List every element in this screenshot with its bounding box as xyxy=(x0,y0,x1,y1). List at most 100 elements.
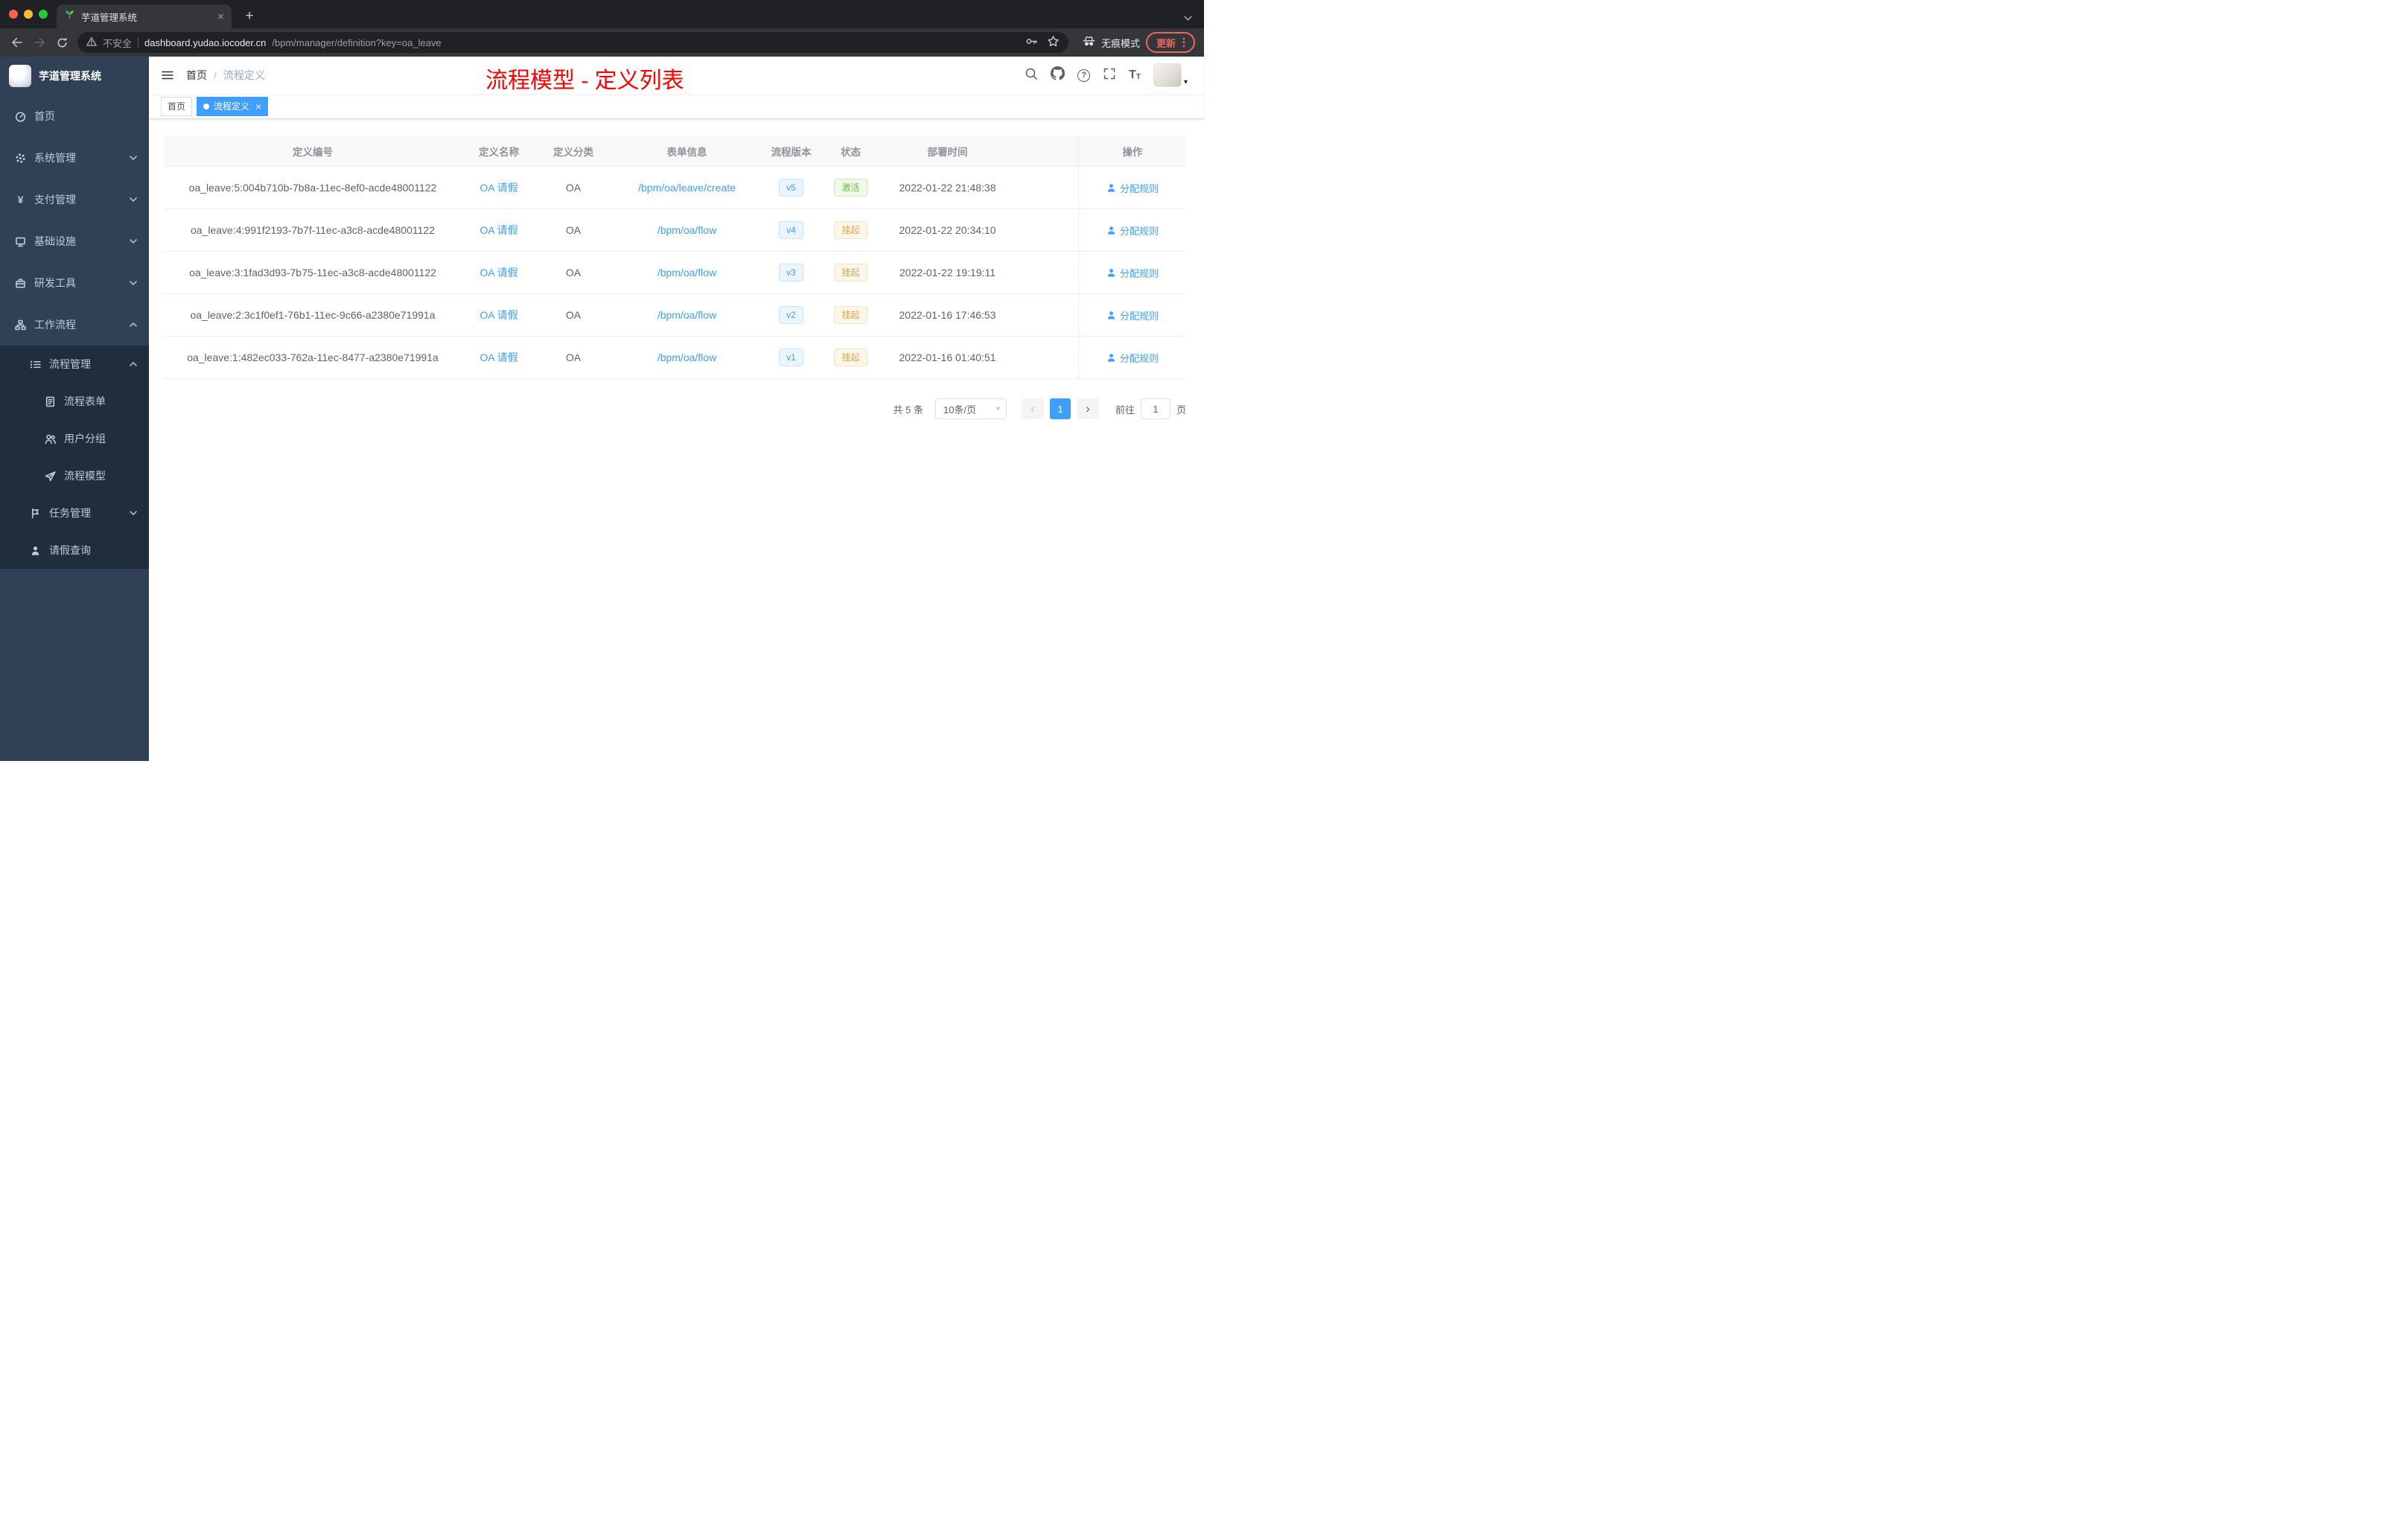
form-link[interactable]: /bpm/oa/flow xyxy=(657,224,716,236)
sidebar-item-process-form[interactable]: 流程表单 xyxy=(0,383,149,420)
table-header: 定义编号 定义名称 定义分类 表单信息 流程版本 状态 部署时间 操作 xyxy=(164,136,1186,167)
new-tab-button[interactable]: + xyxy=(240,7,259,26)
definition-name-link[interactable]: OA 请假 xyxy=(480,265,517,280)
assign-rule-link[interactable]: 分配规则 xyxy=(1106,223,1159,238)
security-label: 不安全 xyxy=(103,37,133,49)
page-goto-input[interactable] xyxy=(1140,398,1170,419)
caret-down-icon: ▾ xyxy=(1183,78,1188,86)
assign-rule-link[interactable]: 分配规则 xyxy=(1106,308,1159,322)
chevron-up-icon xyxy=(130,362,137,366)
tab-close-icon[interactable]: × xyxy=(217,11,224,22)
gear-icon xyxy=(16,153,25,163)
page-unit-label: 页 xyxy=(1176,404,1186,415)
cell-definition-id: oa_leave:1:482ec033-762a-11ec-8477-a2380… xyxy=(187,351,439,363)
cell-category: OA xyxy=(565,267,582,278)
browser-tab-strip: 芋道管理系统 × + xyxy=(0,0,1204,28)
column-header-time: 部署时间 xyxy=(927,146,968,158)
window-zoom-button[interactable] xyxy=(39,10,48,19)
prev-page-button[interactable]: ‹ xyxy=(1021,398,1044,419)
definition-name-link[interactable]: OA 请假 xyxy=(480,350,517,365)
form-document-icon xyxy=(45,396,55,407)
sidebar: 芋道管理系统 首页 系统管理 ¥ 支付管理 基础设施 研发工具 工作流程 流程管… xyxy=(0,57,149,761)
definition-name-link[interactable]: OA 请假 xyxy=(480,308,517,322)
user-icon xyxy=(1107,183,1115,192)
tag-process-definition[interactable]: 流程定义 × xyxy=(197,96,269,116)
definition-table: 定义编号 定义名称 定义分类 表单信息 流程版本 状态 部署时间 操作 oa_l… xyxy=(164,136,1186,379)
version-tag: v4 xyxy=(779,221,803,239)
user-icon xyxy=(1107,226,1115,235)
yen-icon: ¥ xyxy=(17,194,24,206)
definition-name-link[interactable]: OA 请假 xyxy=(480,223,517,238)
github-icon[interactable] xyxy=(1051,66,1066,84)
sidebar-item-user-group[interactable]: 用户分组 xyxy=(0,420,149,457)
monitor-icon xyxy=(16,237,25,246)
assign-rule-link[interactable]: 分配规则 xyxy=(1106,351,1159,365)
form-link[interactable]: /bpm/oa/flow xyxy=(657,267,716,278)
table-row: oa_leave:2:3c1f0ef1-76b1-11ec-9c66-a2380… xyxy=(164,294,1186,337)
user-icon xyxy=(1107,353,1115,362)
sidebar-item-payment[interactable]: ¥ 支付管理 xyxy=(0,179,149,220)
active-dot xyxy=(203,103,210,109)
back-button[interactable] xyxy=(6,31,28,54)
assign-rule-link[interactable]: 分配规则 xyxy=(1106,181,1159,195)
workflow-submenu: 流程管理 流程表单 用户分组 流程模型 任务管理 请假查询 xyxy=(0,346,149,569)
column-header-form: 表单信息 xyxy=(666,146,707,158)
chevron-down-icon xyxy=(130,239,137,243)
help-icon[interactable]: ? xyxy=(1077,69,1091,82)
tag-close-icon[interactable]: × xyxy=(255,101,261,112)
cell-category: OA xyxy=(565,351,582,363)
form-link[interactable]: /bpm/oa/flow xyxy=(657,309,716,321)
page-size-select[interactable]: 10条/页 ▾ xyxy=(934,398,1007,419)
sidebar-item-system[interactable]: 系统管理 xyxy=(0,137,149,179)
status-badge: 挂起 xyxy=(834,306,867,324)
form-link[interactable]: /bpm/oa/flow xyxy=(657,351,716,363)
window-minimize-button[interactable] xyxy=(24,10,33,19)
tag-home[interactable]: 首页 xyxy=(161,96,193,116)
table-row: oa_leave:3:1fad3d93-7b75-11ec-a3c8-acde4… xyxy=(164,252,1186,294)
sidebar-item-devtools[interactable]: 研发工具 xyxy=(0,262,149,304)
form-link[interactable]: /bpm/oa/leave/create xyxy=(638,182,736,194)
sidebar-item-infrastructure[interactable]: 基础设施 xyxy=(0,220,149,262)
sidebar-item-process-model[interactable]: 流程模型 xyxy=(0,457,149,494)
current-page-button[interactable]: 1 xyxy=(1049,398,1071,419)
assign-rule-link[interactable]: 分配规则 xyxy=(1106,266,1159,280)
breadcrumb-home[interactable]: 首页 xyxy=(186,68,207,83)
sidebar-item-process-management[interactable]: 流程管理 xyxy=(0,346,149,383)
bookmark-star-icon[interactable] xyxy=(1047,35,1060,50)
window-controls xyxy=(9,10,48,19)
status-badge: 激活 xyxy=(834,179,867,197)
sidebar-item-leave-query[interactable]: 请假查询 xyxy=(0,532,149,569)
tab-search-chevron-icon[interactable] xyxy=(1184,11,1192,25)
goto-label: 前往 xyxy=(1115,404,1135,415)
paper-plane-icon xyxy=(45,471,56,481)
user-avatar-menu[interactable]: ▾ xyxy=(1153,63,1188,87)
column-header-name: 定义名称 xyxy=(479,146,519,158)
version-tag: v1 xyxy=(779,348,803,366)
definition-name-link[interactable]: OA 请假 xyxy=(480,180,517,195)
password-key-icon[interactable] xyxy=(1025,35,1038,50)
status-badge: 挂起 xyxy=(834,348,867,366)
sidebar-item-workflow[interactable]: 工作流程 xyxy=(0,304,149,346)
version-tag: v3 xyxy=(779,264,803,281)
hamburger-icon[interactable] xyxy=(161,69,174,82)
font-size-icon[interactable]: TT xyxy=(1129,69,1141,81)
sidebar-item-home[interactable]: 首页 xyxy=(0,95,149,137)
address-bar[interactable]: 不安全 dashboard.yudao.iocoder.cn /bpm/mana… xyxy=(77,32,1068,53)
browser-update-button[interactable]: 更新 xyxy=(1145,32,1195,53)
column-header-status: 状态 xyxy=(841,146,861,158)
forward-button[interactable] xyxy=(28,31,51,54)
brand-title: 芋道管理系统 xyxy=(39,70,101,82)
user-group-icon xyxy=(45,434,56,444)
fullscreen-icon[interactable] xyxy=(1103,67,1116,84)
reload-button[interactable] xyxy=(51,31,73,54)
app-window: 芋道管理系统 首页 系统管理 ¥ 支付管理 基础设施 研发工具 工作流程 流程管… xyxy=(0,57,1204,761)
table-row: oa_leave:4:991f2193-7b7f-11ec-a3c8-acde4… xyxy=(164,209,1186,252)
sidebar-item-task-management[interactable]: 任务管理 xyxy=(0,494,149,532)
navbar-actions: ? TT ▾ xyxy=(1025,63,1188,87)
window-close-button[interactable] xyxy=(9,10,18,19)
browser-tab[interactable]: 芋道管理系统 × xyxy=(57,4,232,28)
list-icon xyxy=(31,360,41,368)
search-icon[interactable] xyxy=(1025,67,1038,84)
next-page-button[interactable]: › xyxy=(1076,398,1099,419)
tab-title: 芋道管理系统 xyxy=(81,12,138,23)
